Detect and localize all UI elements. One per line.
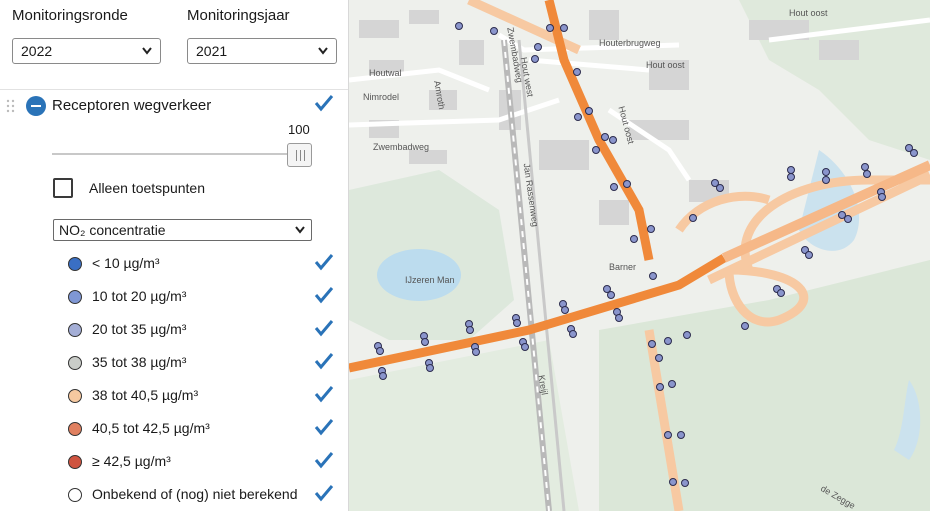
chevron-down-icon [295, 226, 305, 234]
substance-select[interactable]: NO₂ concentratie [53, 219, 312, 241]
street-label: Nimrodel [363, 92, 400, 102]
street-label: Zwembadweg [373, 142, 430, 152]
year-label: Monitoringsjaar [187, 7, 290, 24]
toetspunten-checkbox[interactable] [53, 178, 73, 198]
poi-label: IJzeren Man [405, 275, 455, 285]
year-value: 2021 [196, 43, 228, 59]
legend-swatch [68, 488, 82, 502]
legend-label: 40,5 tot 42,5 µg/m³ [92, 420, 210, 436]
drag-handle-icon[interactable] [6, 99, 16, 115]
year-select[interactable]: 2021 [187, 38, 337, 64]
legend-swatch [68, 257, 82, 271]
opacity-slider-thumb[interactable] [287, 143, 312, 167]
map-canvas[interactable] [349, 0, 930, 511]
layer-panel: Monitoringsronde 2022 Monitoringsjaar 20… [0, 0, 349, 511]
legend-item: ≥ 42,5 µg/m³ [68, 451, 338, 473]
collapse-layer-button[interactable] [26, 96, 46, 116]
chevron-down-icon [142, 47, 152, 55]
opacity-value: 100 [288, 122, 310, 137]
legend-checkmark-icon[interactable] [314, 319, 334, 337]
layer-visible-checkmark-icon[interactable] [314, 94, 334, 112]
legend-checkmark-icon[interactable] [314, 451, 334, 469]
legend-checkmark-icon[interactable] [314, 484, 334, 502]
legend-checkmark-icon[interactable] [314, 253, 334, 271]
legend-checkmark-icon[interactable] [314, 352, 334, 370]
legend-label: Onbekend of (nog) niet berekend [92, 486, 298, 502]
substance-value: NO₂ concentratie [59, 222, 166, 238]
legend-swatch [68, 290, 82, 304]
legend-item: 35 tot 38 µg/m³ [68, 352, 338, 374]
legend-label: 20 tot 35 µg/m³ [92, 321, 187, 337]
legend-item: Onbekend of (nog) niet berekend [68, 484, 338, 506]
round-label: Monitoringsronde [12, 7, 128, 24]
legend-item: 10 tot 20 µg/m³ [68, 286, 338, 308]
legend-item: 40,5 tot 42,5 µg/m³ [68, 418, 338, 440]
legend-swatch [68, 389, 82, 403]
chevron-down-icon [318, 47, 328, 55]
layer-title: Receptoren wegverkeer [52, 97, 212, 114]
legend-label: 38 tot 40,5 µg/m³ [92, 387, 199, 403]
legend-item: 38 tot 40,5 µg/m³ [68, 385, 338, 407]
legend-label: 35 tot 38 µg/m³ [92, 354, 187, 370]
legend-label: ≥ 42,5 µg/m³ [92, 453, 171, 469]
legend-swatch [68, 323, 82, 337]
legend-label: < 10 µg/m³ [92, 255, 160, 271]
opacity-slider-track[interactable] [52, 153, 298, 155]
street-label: Houterbrugweg [599, 38, 661, 48]
legend-checkmark-icon[interactable] [314, 385, 334, 403]
divider [0, 89, 348, 90]
legend-swatch [68, 422, 82, 436]
map-view[interactable]: Zwembadweg Hout west Houtwal Houterbrugw… [349, 0, 930, 511]
legend-checkmark-icon[interactable] [314, 286, 334, 304]
toetspunten-label: Alleen toetspunten [89, 180, 205, 196]
street-label: Hout oost [789, 8, 828, 18]
legend-item: < 10 µg/m³ [68, 253, 338, 275]
street-label: Hout oost [646, 60, 685, 70]
legend-checkmark-icon[interactable] [314, 418, 334, 436]
round-select[interactable]: 2022 [12, 38, 161, 64]
legend-swatch [68, 455, 82, 469]
legend-label: 10 tot 20 µg/m³ [92, 288, 187, 304]
legend-item: 20 tot 35 µg/m³ [68, 319, 338, 341]
round-value: 2022 [21, 43, 53, 59]
legend-swatch [68, 356, 82, 370]
street-label: Houtwal [369, 68, 402, 78]
street-label: Barner [609, 262, 637, 272]
